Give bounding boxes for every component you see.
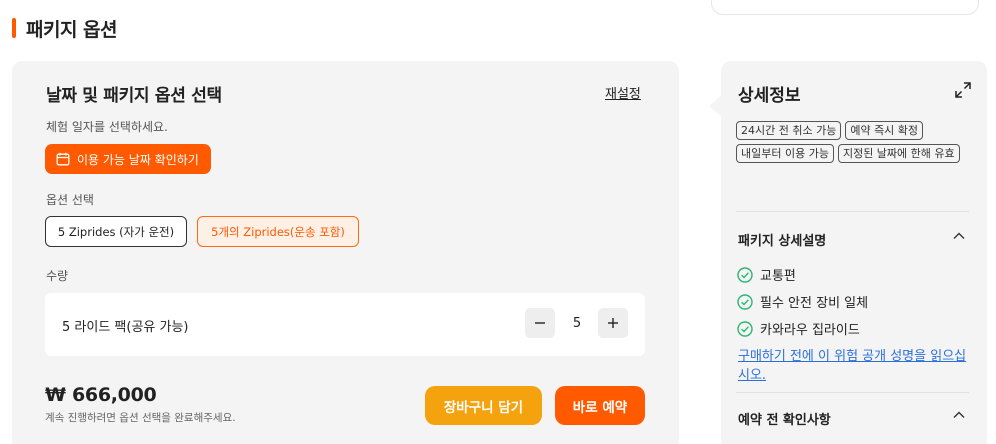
quantity-decrease-button[interactable] [525,308,555,338]
include-item: 필수 안전 장비 일체 [737,292,868,311]
options-panel: 날짜 및 패키지 옵션 선택 재설정 체험 일자를 선택하세요. 이용 가능 날… [12,61,679,444]
add-to-cart-button[interactable]: 장바구니 담기 [425,386,542,425]
date-hint: 체험 일자를 선택하세요. [46,120,168,134]
check-circle-icon [737,266,753,283]
calendar-icon [56,152,70,166]
tag-instant-confirm: 예약 즉시 확정 [845,121,924,140]
details-panel: 상세정보 24시간 전 취소 가능 예약 즉시 확정 내일부터 이용 가능 지정… [721,61,987,444]
chevron-up-icon[interactable] [952,408,966,422]
include-item: 교통편 [737,265,796,284]
quantity-value: 5 [572,316,582,331]
check-circle-icon [737,293,753,310]
check-dates-label: 이용 가능 날짜 확인하기 [77,152,199,167]
quantity-row: 5 라이드 팩(공유 가능) 5 [45,293,645,356]
include-item-label: 교통편 [760,269,796,284]
details-title: 상세정보 [738,86,801,106]
plus-icon [608,318,618,328]
reset-link[interactable]: 재설정 [605,83,641,102]
include-item-label: 필수 안전 장비 일체 [760,296,869,311]
book-now-button[interactable]: 바로 예약 [555,386,645,425]
total-price: ₩ 666,000 [45,384,157,406]
quantity-label: 수량 [46,269,69,283]
section-header: 패키지 옵션 [12,14,118,42]
pre-booking-heading: 예약 전 확인사항 [738,413,831,428]
quantity-increase-button[interactable] [598,308,628,338]
top-card-fragment [711,0,979,15]
quantity-item-label: 5 라이드 팩(공유 가능) [62,320,189,335]
divider [736,211,969,212]
check-dates-button[interactable]: 이용 가능 날짜 확인하기 [45,144,211,174]
risk-disclosure-link[interactable]: 구매하기 전에 이 위험 공개 성명을 읽으십시오. [738,347,970,385]
tag-free-cancel: 24시간 전 취소 가능 [736,121,842,140]
package-details-heading: 패키지 상세설명 [738,234,827,249]
check-circle-icon [737,320,753,337]
divider [736,392,969,393]
tag-available-tomorrow: 내일부터 이용 가능 [736,144,834,163]
expand-icon[interactable] [954,81,972,99]
section-accent-bar [12,18,16,38]
option-with-transport[interactable]: 5개의 Ziprides(운송 포함) [197,216,359,247]
include-item: 카와라우 집라이드 [737,319,860,338]
section-title: 패키지 옵션 [26,18,118,41]
tag-valid-date: 지정된 날짜에 한해 유효 [837,144,960,163]
price-note: 계속 진행하려면 옵션 선택을 완료해주세요. [45,412,236,424]
panel-title: 날짜 및 패키지 옵션 선택 [46,86,222,106]
chevron-up-icon[interactable] [952,229,966,243]
include-item-label: 카와라우 집라이드 [760,323,860,338]
side-panel-pointer [709,96,721,116]
minus-icon [535,322,545,324]
options-label: 옵션 선택 [46,193,94,207]
option-self-drive[interactable]: 5 Ziprides (자가 운전) [45,216,187,247]
feature-tags: 24시간 전 취소 가능 예약 즉시 확정 내일부터 이용 가능 지정된 날짜에… [736,121,976,163]
